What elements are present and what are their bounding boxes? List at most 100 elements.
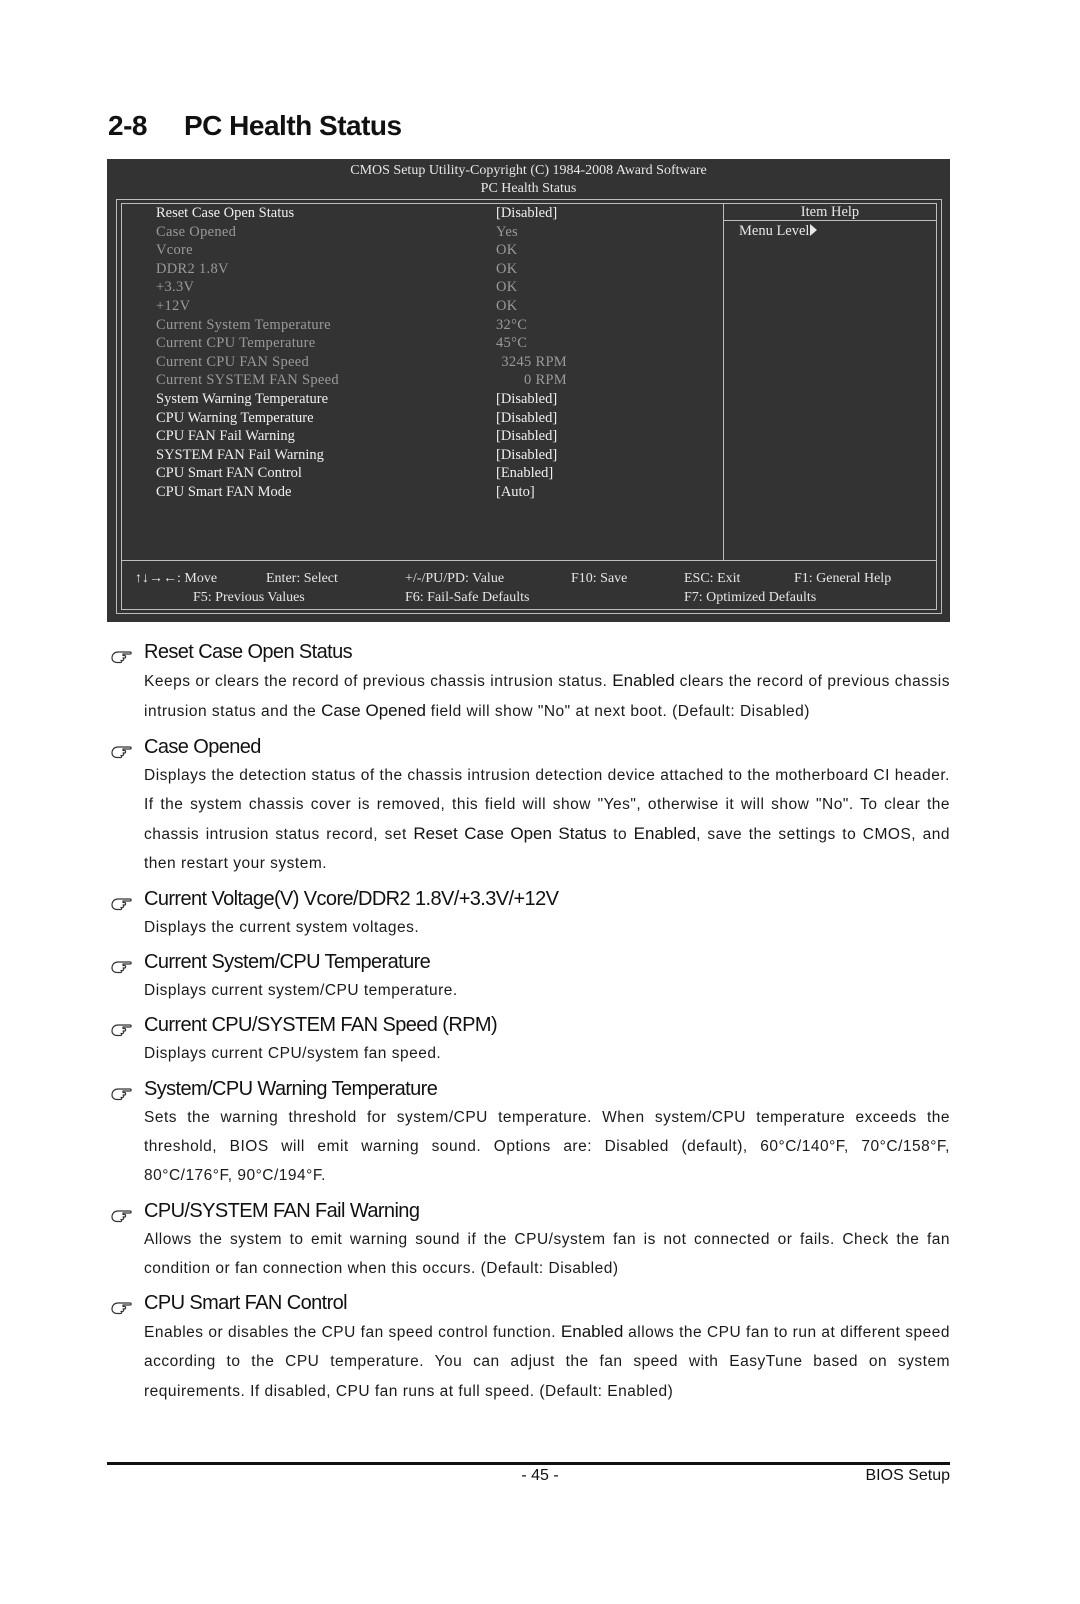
item-help-title: Item Help: [800, 204, 860, 220]
option-keyword: Case Opened: [321, 701, 426, 721]
section-body: Sets the warning threshold for system/CP…: [108, 1103, 950, 1191]
bios-setting-label: DDR2 1.8V: [156, 260, 229, 277]
section-heading: System/CPU Warning Temperature: [108, 1075, 950, 1103]
bios-setting-value[interactable]: [Disabled]: [496, 409, 616, 428]
option-keyword: Enabled: [560, 1322, 624, 1342]
body-text: Allows the system to emit warning sound …: [144, 1230, 950, 1277]
body-text: field will show "No" at next boot. (Defa…: [425, 703, 810, 721]
body-text: Keeps or clears the record of previous c…: [144, 673, 613, 690]
pointing-hand-icon: [110, 1017, 134, 1037]
section-heading-text: Current Voltage(V) Vcore/DDR2 1.8V/+3.3V…: [144, 887, 559, 910]
key-exit: ESC: Exit: [684, 571, 741, 586]
bios-setting-label: SYSTEM FAN Fail Warning: [156, 446, 324, 463]
section-heading: Current CPU/SYSTEM FAN Speed (RPM): [108, 1011, 950, 1039]
bios-setting-row: Vcore OK: [156, 241, 576, 260]
section-title: PC Health Status: [184, 110, 402, 141]
section-heading-text: CPU/SYSTEM FAN Fail Warning: [144, 1199, 420, 1222]
section-heading: Current Voltage(V) Vcore/DDR2 1.8V/+3.3V…: [108, 885, 950, 913]
section-body: Enables or disables the CPU fan speed co…: [108, 1317, 950, 1406]
bios-setting-row: +3.3V OK: [156, 278, 576, 297]
bios-setting-row[interactable]: System Warning Temperature [Disabled]: [156, 390, 576, 409]
section-body: Displays the detection status of the cha…: [108, 761, 950, 879]
bios-setting-row: +12V OK: [156, 297, 576, 316]
section-heading-text: Case Opened: [144, 735, 261, 758]
section-descriptions: Reset Case Open Status Keeps or clears th…: [108, 632, 950, 1406]
page-title: 2-8 PC Health Status: [108, 110, 402, 142]
bios-setting-label: +12V: [156, 297, 191, 314]
bios-setting-value: 32°C: [496, 316, 528, 333]
bios-setting-label: Reset Case Open Status: [156, 205, 295, 221]
pointing-hand-icon: [110, 1203, 134, 1222]
bios-setting-label: Vcore: [156, 242, 193, 259]
body-text: Enables or disables the CPU fan speed co…: [144, 1324, 561, 1342]
section-heading-text: CPU Smart FAN Control: [144, 1292, 348, 1315]
pointing-hand-icon: [110, 644, 134, 664]
bios-setting-value: OK: [496, 297, 518, 314]
bios-setting-label: Current CPU Temperature: [156, 335, 316, 352]
body-text: Displays the current system voltages.: [144, 918, 420, 936]
bios-setting-row[interactable]: SYSTEM FAN Fail Warning [Disabled]: [156, 446, 576, 465]
bios-setting-label: CPU FAN Fail Warning: [156, 428, 295, 445]
triangle-right-icon: [810, 224, 818, 236]
bios-setting-label: Current CPU FAN Speed: [156, 353, 310, 370]
bios-setting-label: CPU Smart FAN Mode: [156, 483, 292, 500]
section-body: Displays the current system voltages.: [108, 913, 950, 942]
pointing-hand-icon: [110, 1081, 134, 1100]
section-heading-text: Current System/CPU Temperature: [144, 951, 431, 974]
body-text: Displays current system/CPU temperature.: [144, 982, 458, 1000]
body-text: Displays current CPU/system fan speed.: [144, 1045, 442, 1063]
bios-copyright: CMOS Setup Utility-Copyright (C) 1984-20…: [350, 163, 707, 178]
section-number: 2-8: [108, 110, 147, 141]
key-select: Enter: Select: [266, 571, 338, 586]
bios-setting-row[interactable]: CPU Warning Temperature [Disabled]: [156, 409, 576, 428]
bios-setting-value[interactable]: [Disabled]: [496, 390, 616, 409]
section-heading: Reset Case Open Status: [108, 638, 950, 666]
bios-setting-value: OK: [496, 260, 518, 277]
bios-setting-row: DDR2 1.8V OK: [156, 260, 576, 279]
body-text: to: [606, 826, 634, 844]
body-text: Sets the warning threshold for system/CP…: [144, 1108, 950, 1185]
bios-setting-row[interactable]: CPU Smart FAN Control [Enabled]: [156, 464, 576, 483]
bios-setting-value[interactable]: [Enabled]: [496, 464, 616, 483]
bios-setting-value[interactable]: [Disabled]: [496, 446, 616, 465]
bios-setting-value[interactable]: [Auto]: [496, 483, 616, 502]
pointing-hand-icon: [110, 954, 134, 974]
bios-setting-label: Current SYSTEM FAN Speed: [156, 372, 339, 389]
bios-setting-value: 3245 RPM: [501, 353, 567, 370]
section-heading: CPU Smart FAN Control: [108, 1289, 950, 1317]
key-previous-values: F5: Previous Values: [193, 590, 305, 605]
key-failsafe-defaults: F6: Fail-Safe Defaults: [405, 590, 530, 605]
bios-divider-vertical: [723, 203, 724, 560]
footer-label: BIOS Setup: [865, 1467, 951, 1484]
section-heading-text: Reset Case Open Status: [144, 641, 353, 663]
bios-setting-label: System Warning Temperature: [156, 390, 329, 407]
section-heading: CPU/SYSTEM FAN Fail Warning: [108, 1197, 950, 1225]
section-body: Keeps or clears the record of previous c…: [108, 666, 950, 727]
pointing-hand-icon: [110, 739, 134, 758]
bios-setting-label: Current System Temperature: [156, 316, 331, 333]
key-general-help: F1: General Help: [794, 571, 892, 586]
section-body: Displays current system/CPU temperature.: [108, 976, 950, 1005]
section-body: Allows the system to emit warning sound …: [108, 1225, 950, 1284]
footer-rule: [107, 1462, 950, 1465]
bios-setting-row[interactable]: Reset Case Open Status [Disabled]: [156, 204, 576, 223]
key-move: ↑↓→←: Move: [135, 571, 218, 586]
menu-level: Menu Level: [739, 222, 818, 240]
bios-settings-list: Reset Case Open Status [Disabled] Case Ope…: [156, 204, 576, 502]
bios-setting-row[interactable]: CPU Smart FAN Mode [Auto]: [156, 483, 576, 502]
bios-setting-value: OK: [496, 279, 518, 296]
bios-setting-row: Case Opened Yes: [156, 223, 576, 242]
option-keyword: Enabled: [633, 824, 697, 844]
bios-header: CMOS Setup Utility-Copyright (C) 1984-20…: [107, 162, 950, 198]
bios-setting-value[interactable]: [Disabled]: [496, 427, 616, 446]
section-heading: Case Opened: [108, 733, 950, 761]
key-value: +/-/PU/PD: Value: [405, 571, 505, 586]
bios-setting-value: 45°C: [496, 335, 528, 352]
key-optimized-defaults: F7: Optimized Defaults: [684, 590, 817, 605]
bios-setting-row[interactable]: CPU FAN Fail Warning [Disabled]: [156, 427, 576, 446]
section-heading-text: System/CPU Warning Temperature: [144, 1077, 438, 1100]
section-body: Displays current CPU/system fan speed.: [108, 1039, 950, 1068]
bios-setting-value[interactable]: [Disabled]: [496, 204, 616, 223]
section-heading-text: Current CPU/SYSTEM FAN Speed (RPM): [144, 1014, 498, 1037]
bios-divider-horizontal: [121, 560, 937, 561]
